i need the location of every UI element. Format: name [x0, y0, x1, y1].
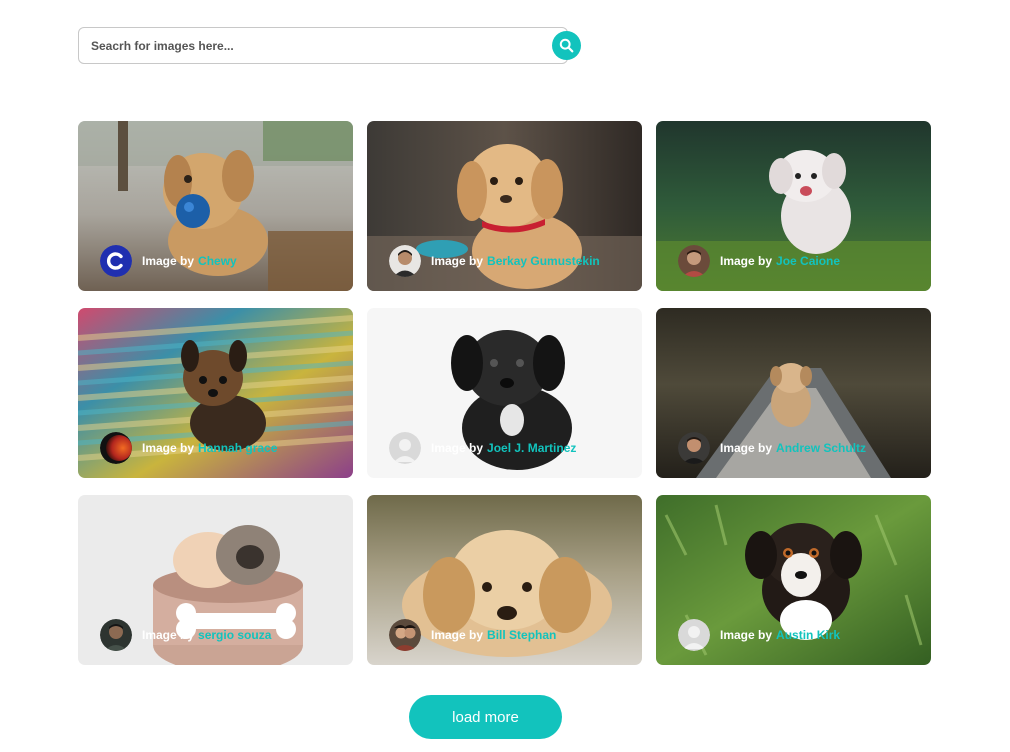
author-link[interactable]: Berkay Gumustekin: [487, 254, 600, 268]
image-credit: Image by Berkay Gumustekin: [389, 245, 600, 277]
image-by-label: Image by: [431, 254, 484, 268]
author-link[interactable]: Austin Kirk: [776, 628, 840, 642]
image-by-label: Image by: [720, 254, 773, 268]
image-credit: Image by Andrew Schultz: [678, 432, 866, 464]
image-credit: Image by Joe Caione: [678, 245, 840, 277]
image-credit: Image by sergio souza: [100, 619, 271, 651]
load-more-button[interactable]: load more: [409, 695, 562, 739]
author-link[interactable]: Joe Caione: [776, 254, 840, 268]
image-card[interactable]: Image by Andrew Schultz: [656, 308, 931, 478]
image-by-label: Image by: [142, 254, 195, 268]
search-icon: [559, 38, 574, 53]
author-link[interactable]: Andrew Schultz: [776, 441, 866, 455]
avatar[interactable]: [678, 619, 710, 651]
image-by-label: Image by: [431, 441, 484, 455]
image-credit: Image by Chewy: [100, 245, 237, 277]
avatar[interactable]: [389, 619, 421, 651]
author-link[interactable]: Bill Stephan: [487, 628, 556, 642]
avatar[interactable]: [678, 432, 710, 464]
avatar[interactable]: [100, 619, 132, 651]
image-card[interactable]: Image by Berkay Gumustekin: [367, 121, 642, 291]
author-link[interactable]: Chewy: [198, 254, 237, 268]
image-card[interactable]: Image by Hannah grace: [78, 308, 353, 478]
image-by-label: Image by: [142, 628, 195, 642]
image-credit: Image by Bill Stephan: [389, 619, 556, 651]
image-card[interactable]: Image by Joel J. Martinez: [367, 308, 642, 478]
avatar[interactable]: [389, 245, 421, 277]
image-credit: Image by Hannah grace: [100, 432, 277, 464]
avatar[interactable]: [389, 432, 421, 464]
image-card[interactable]: Image by Austin Kirk: [656, 495, 931, 665]
image-credit: Image by Joel J. Martinez: [389, 432, 576, 464]
author-link[interactable]: Hannah grace: [198, 441, 277, 455]
search-button[interactable]: [552, 31, 581, 60]
image-card[interactable]: Image by Bill Stephan: [367, 495, 642, 665]
image-card[interactable]: Image by sergio souza: [78, 495, 353, 665]
image-credit: Image by Austin Kirk: [678, 619, 840, 651]
search-bar: [78, 27, 582, 64]
avatar[interactable]: [678, 245, 710, 277]
avatar[interactable]: [100, 432, 132, 464]
image-by-label: Image by: [720, 441, 773, 455]
search-input[interactable]: [78, 27, 568, 64]
author-link[interactable]: sergio souza: [198, 628, 271, 642]
image-by-label: Image by: [431, 628, 484, 642]
image-card[interactable]: Image by Joe Caione: [656, 121, 931, 291]
image-by-label: Image by: [142, 441, 195, 455]
image-card[interactable]: Image by Chewy: [78, 121, 353, 291]
author-link[interactable]: Joel J. Martinez: [487, 441, 576, 455]
image-by-label: Image by: [720, 628, 773, 642]
avatar[interactable]: [100, 245, 132, 277]
